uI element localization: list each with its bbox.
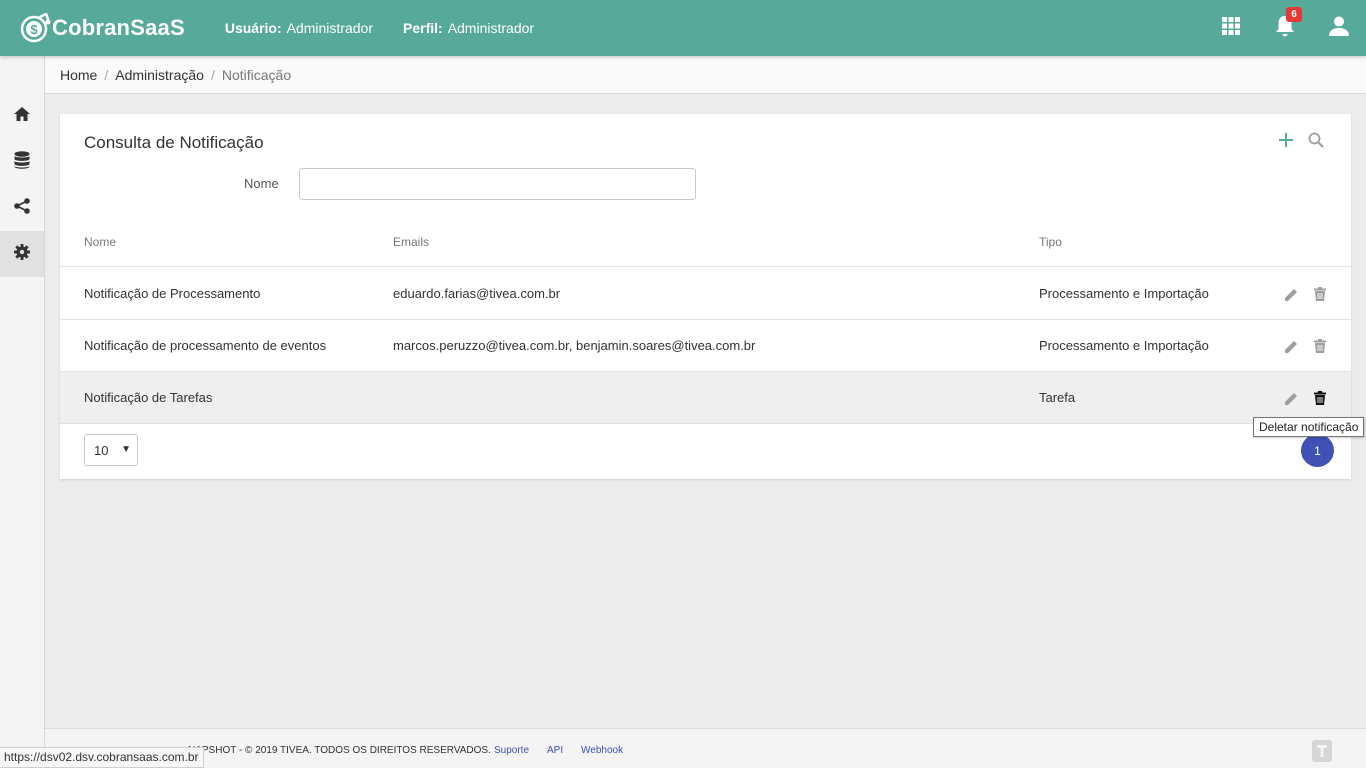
nome-filter-input[interactable] xyxy=(299,168,696,200)
delete-button[interactable] xyxy=(1310,388,1330,408)
add-button[interactable] xyxy=(1271,130,1301,154)
cell-tipo: Processamento e Importação xyxy=(1039,338,1209,353)
cell-nome: Notificação de Processamento xyxy=(84,286,261,301)
profile-label: Perfil: xyxy=(403,20,443,36)
cell-tipo: Tarefa xyxy=(1039,390,1076,405)
pagination-page-button[interactable]: 1 xyxy=(1301,434,1334,467)
pencil-icon xyxy=(1284,288,1297,301)
trash-icon xyxy=(1314,287,1326,301)
cell-nome: Notificação de Tarefas xyxy=(84,390,213,405)
breadcrumb-administracao[interactable]: Administração xyxy=(115,67,204,83)
user-menu-button[interactable] xyxy=(1312,0,1366,56)
breadcrumb-current: Notificação xyxy=(221,66,292,83)
profile-value: Administrador xyxy=(447,20,535,36)
footer-link-suporte[interactable]: Suporte xyxy=(494,745,529,756)
sidebar-item-home[interactable] xyxy=(0,93,44,139)
footer-copyright: NAPSHOT - © 2019 TIVEA. TODOS OS DIREITO… xyxy=(188,745,491,756)
footer-link-api[interactable]: API xyxy=(547,745,563,756)
apps-grid-icon xyxy=(1221,16,1241,41)
caret-down-icon: ▼ xyxy=(121,444,131,455)
notifications-button[interactable]: 6 xyxy=(1258,0,1312,56)
edit-button[interactable] xyxy=(1281,284,1301,304)
tooltip: Deletar notificação xyxy=(1253,417,1365,437)
delete-button[interactable] xyxy=(1310,336,1330,356)
notification-query-card: Consulta de Notificação Nome Nome Emails… xyxy=(60,114,1351,479)
user-value: Administrador xyxy=(286,20,373,36)
sidebar-item-database[interactable] xyxy=(0,139,44,185)
user-icon xyxy=(1328,15,1350,42)
gear-icon xyxy=(14,243,30,265)
sidebar-item-share[interactable] xyxy=(0,185,44,231)
plus-icon xyxy=(1279,132,1293,152)
edit-button[interactable] xyxy=(1281,388,1301,408)
footer-link-webhook[interactable]: Webhook xyxy=(581,745,623,756)
breadcrumb-separator: / xyxy=(104,66,109,83)
apps-button[interactable] xyxy=(1204,0,1258,56)
tivea-logo-icon xyxy=(1312,740,1332,762)
trash-icon xyxy=(1314,339,1326,353)
trash-icon xyxy=(1314,391,1326,405)
app-logo[interactable]: $ CobranSaaS xyxy=(20,12,185,43)
cell-nome: Notificação de processamento de eventos xyxy=(84,338,327,353)
cell-emails: marcos.peruzzo@tivea.com.br, benjamin.so… xyxy=(393,338,756,353)
top-bar: $ CobranSaaS Usuário: Administrador Perf… xyxy=(0,0,1366,56)
column-header-tipo[interactable]: Tipo xyxy=(1039,235,1062,249)
pencil-icon xyxy=(1284,340,1297,353)
table-row[interactable]: Notificação de processamento de eventos … xyxy=(60,320,1351,372)
home-icon xyxy=(14,106,30,126)
footer: NAPSHOT - © 2019 TIVEA. TODOS OS DIREITO… xyxy=(45,728,1366,768)
database-icon xyxy=(14,150,30,174)
page-size-select[interactable]: 10 ▼ xyxy=(84,434,138,466)
column-header-emails[interactable]: Emails xyxy=(393,235,429,249)
delete-button[interactable] xyxy=(1310,284,1330,304)
page-size-value: 10 xyxy=(94,442,109,458)
search-icon xyxy=(1308,132,1324,153)
nome-filter-label: Nome xyxy=(244,176,279,191)
pencil-icon xyxy=(1284,392,1297,405)
breadcrumb-separator: / xyxy=(210,66,215,83)
table-header: Nome Emails Tipo xyxy=(60,225,1351,267)
page-title: Consulta de Notificação xyxy=(84,133,264,152)
breadcrumb: Home / Administração / Notificação xyxy=(45,56,1366,94)
edit-button[interactable] xyxy=(1281,336,1301,356)
svg-text:$: $ xyxy=(30,22,38,37)
share-icon xyxy=(14,197,30,219)
cell-tipo: Processamento e Importação xyxy=(1039,286,1209,301)
user-label: Usuário: xyxy=(224,20,282,36)
browser-status-url: https://dsv02.dsv.cobransaas.com.br xyxy=(0,747,204,768)
table-row[interactable]: Notificação de Processamento eduardo.far… xyxy=(60,268,1351,320)
cell-emails: eduardo.farias@tivea.com.br xyxy=(393,286,561,301)
notification-badge: 6 xyxy=(1286,7,1302,22)
logo-icon: $ xyxy=(20,12,51,43)
sidebar-item-settings[interactable] xyxy=(0,231,44,277)
column-header-nome[interactable]: Nome xyxy=(84,235,116,249)
app-name: CobranSaaS xyxy=(52,15,185,40)
breadcrumb-home[interactable]: Home xyxy=(60,67,97,83)
search-button[interactable] xyxy=(1301,130,1331,154)
user-info: Usuário: Administrador Perfil: Administr… xyxy=(225,20,564,36)
table-row[interactable]: Notificação de Tarefas Tarefa xyxy=(60,372,1351,424)
sidebar xyxy=(0,56,45,768)
